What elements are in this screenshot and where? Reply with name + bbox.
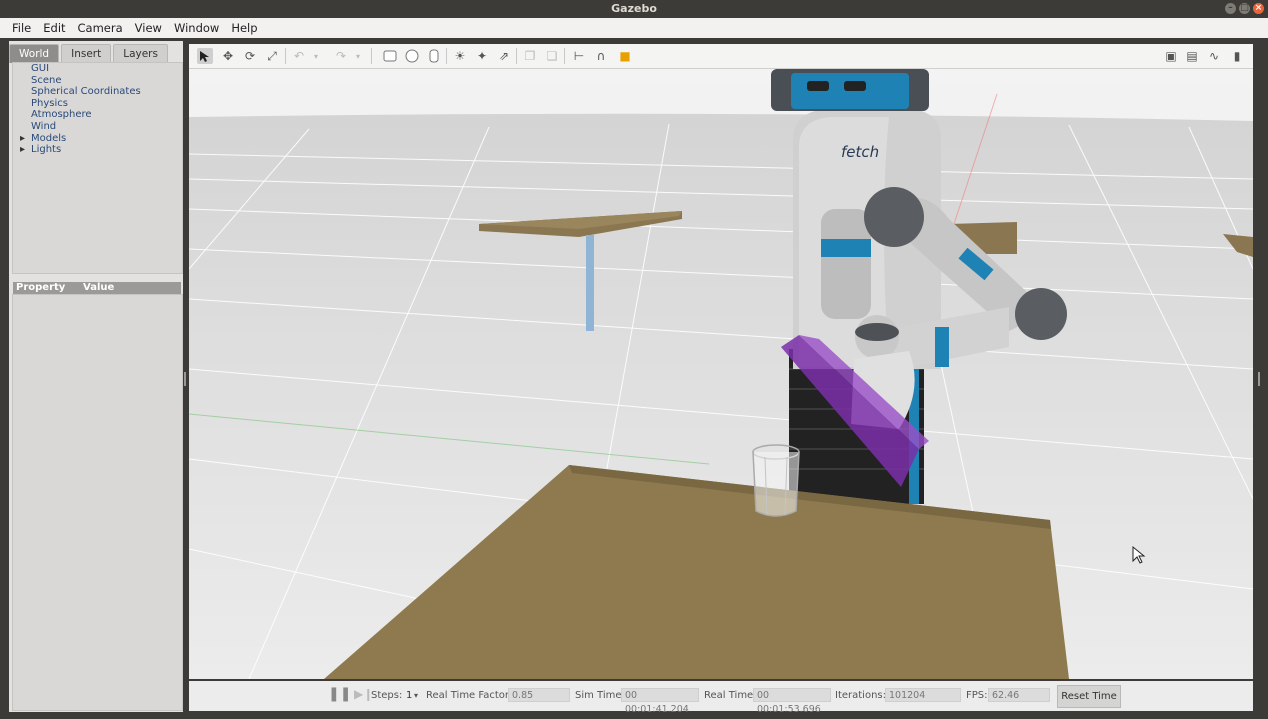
sphere-shape-icon[interactable] bbox=[404, 48, 420, 64]
real-time-label: Real Time: bbox=[704, 690, 757, 701]
window-title: Gazebo bbox=[611, 2, 657, 15]
scene-viewport[interactable]: fetch bbox=[189, 69, 1253, 679]
align-icon[interactable]: ⊢ bbox=[571, 48, 587, 64]
right-splitter-handle[interactable] bbox=[1258, 372, 1260, 386]
fps-field: 62.46 bbox=[988, 688, 1050, 702]
real-time-factor-field: 0.85 bbox=[508, 688, 570, 702]
glass-cup bbox=[752, 444, 800, 517]
real-time-field: 00 00:01:53.696 bbox=[753, 688, 831, 715]
window-titlebar: Gazebo – □ × bbox=[0, 0, 1268, 18]
steps-input[interactable]: 1 bbox=[406, 689, 412, 703]
tree-item-models[interactable]: Models bbox=[13, 133, 182, 145]
sim-time-label: Sim Time: bbox=[575, 690, 625, 701]
video-record-icon[interactable]: ▮ bbox=[1229, 48, 1245, 64]
steps-dropdown-icon[interactable]: ▾ bbox=[414, 689, 418, 703]
pause-icon[interactable]: ❚❚ bbox=[328, 687, 351, 701]
maximize-button[interactable]: □ bbox=[1239, 3, 1250, 14]
scene-render: fetch bbox=[189, 69, 1253, 679]
redo-icon[interactable]: ↷ bbox=[333, 48, 349, 64]
snap-icon[interactable]: ∩ bbox=[593, 48, 609, 64]
world-tree: GUI Scene Spherical Coordinates Physics … bbox=[12, 62, 183, 274]
log-icon[interactable]: ▤ bbox=[1184, 48, 1200, 64]
menu-edit[interactable]: Edit bbox=[43, 21, 65, 35]
redo-dropdown-icon[interactable]: ▾ bbox=[353, 48, 363, 64]
copy-icon[interactable]: ❐ bbox=[522, 48, 538, 64]
left-splitter-handle[interactable] bbox=[184, 372, 186, 386]
menu-window[interactable]: Window bbox=[174, 21, 219, 35]
steps-label: Steps: bbox=[371, 690, 403, 701]
tree-item-gui[interactable]: GUI bbox=[13, 63, 182, 75]
tree-item-lights[interactable]: Lights bbox=[13, 144, 182, 156]
main-toolbar: ✥ ⟳ ⤢ ↶ ▾ ↷ ▾ ☀ ✦ ⇗ ❐ ❏ ⊢ ∩ ■ ▣ ▤ ∿ ▮ bbox=[189, 44, 1253, 69]
tab-insert[interactable]: Insert bbox=[61, 44, 112, 63]
close-button[interactable]: × bbox=[1253, 3, 1264, 14]
sim-time-field: 00 00:01:41.204 bbox=[621, 688, 699, 715]
change-view-icon[interactable]: ■ bbox=[617, 48, 633, 64]
cylinder-shape-icon[interactable] bbox=[426, 48, 442, 64]
time-panel: ❚❚ ▶❙ Steps: 1 ▾ Real Time Factor: 0.85 … bbox=[189, 681, 1253, 715]
tree-item-spherical-coordinates[interactable]: Spherical Coordinates bbox=[13, 86, 182, 98]
reset-time-button[interactable]: Reset Time bbox=[1057, 685, 1121, 708]
iterations-field: 101204 bbox=[885, 688, 961, 702]
property-table bbox=[12, 294, 183, 711]
fps-label: FPS: bbox=[966, 690, 988, 701]
tree-item-scene[interactable]: Scene bbox=[13, 75, 182, 87]
menu-bar: File Edit Camera View Window Help bbox=[0, 18, 1268, 38]
menu-help[interactable]: Help bbox=[231, 21, 257, 35]
left-panel-tabs: World Insert Layers bbox=[9, 44, 170, 63]
box-shape-icon[interactable] bbox=[382, 48, 398, 64]
real-time-factor-label: Real Time Factor: bbox=[426, 690, 513, 701]
paste-icon[interactable]: ❏ bbox=[544, 48, 560, 64]
robot-logo-text: fetch bbox=[841, 143, 879, 161]
tab-layers[interactable]: Layers bbox=[113, 44, 168, 63]
tree-item-physics[interactable]: Physics bbox=[13, 98, 182, 110]
translate-icon[interactable]: ✥ bbox=[220, 48, 236, 64]
menu-view[interactable]: View bbox=[135, 21, 162, 35]
spot-light-icon[interactable]: ✦ bbox=[474, 48, 490, 64]
plot-icon[interactable]: ∿ bbox=[1206, 48, 1222, 64]
menu-camera[interactable]: Camera bbox=[78, 21, 123, 35]
rotate-icon[interactable]: ⟳ bbox=[242, 48, 258, 64]
tab-world[interactable]: World bbox=[9, 44, 60, 63]
left-panel: World Insert Layers GUI Scene Spherical … bbox=[9, 41, 183, 712]
scale-icon[interactable]: ⤢ bbox=[264, 48, 280, 64]
undo-icon[interactable]: ↶ bbox=[291, 48, 307, 64]
select-arrow-icon[interactable] bbox=[197, 48, 213, 64]
screenshot-icon[interactable]: ▣ bbox=[1163, 48, 1179, 64]
minimize-button[interactable]: – bbox=[1225, 3, 1236, 14]
menu-file[interactable]: File bbox=[12, 21, 31, 35]
property-column-header: Property bbox=[16, 282, 66, 293]
tree-item-atmosphere[interactable]: Atmosphere bbox=[13, 109, 182, 121]
property-header: Property Value bbox=[13, 282, 181, 294]
point-light-icon[interactable]: ☀ bbox=[452, 48, 468, 64]
iterations-label: Iterations: bbox=[835, 690, 886, 701]
directional-light-icon[interactable]: ⇗ bbox=[496, 48, 512, 64]
tree-item-wind[interactable]: Wind bbox=[13, 121, 182, 133]
undo-dropdown-icon[interactable]: ▾ bbox=[311, 48, 321, 64]
value-column-header: Value bbox=[83, 282, 115, 293]
